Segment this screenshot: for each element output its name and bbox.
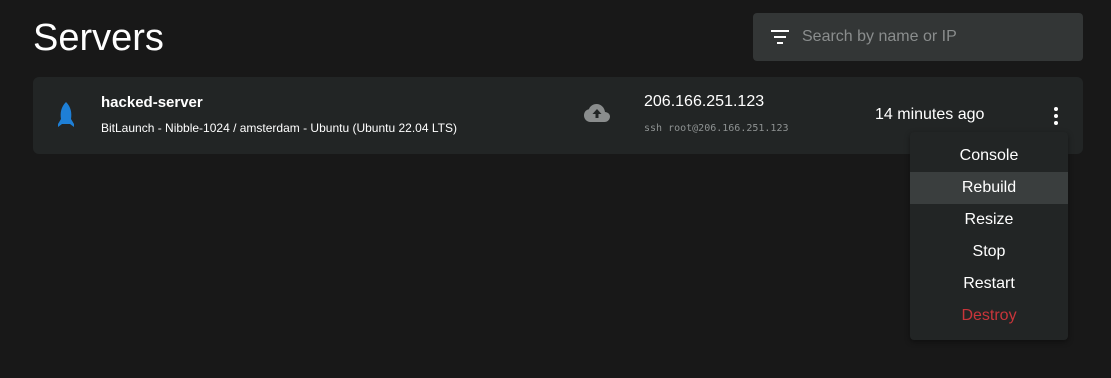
- more-dot: [1054, 114, 1058, 118]
- ssh-command[interactable]: ssh root@206.166.251.123: [644, 123, 789, 134]
- servers-page: Servers hacked-server BitLaunch - Nibble…: [0, 0, 1111, 378]
- ip-address[interactable]: 206.166.251.123: [644, 93, 764, 111]
- menu-item-resize[interactable]: Resize: [910, 204, 1068, 236]
- menu-item-restart[interactable]: Restart: [910, 268, 1068, 300]
- menu-item-destroy[interactable]: Destroy: [910, 300, 1068, 332]
- menu-item-stop[interactable]: Stop: [910, 236, 1068, 268]
- more-dot: [1054, 121, 1058, 125]
- more-dot: [1054, 107, 1058, 111]
- menu-item-console[interactable]: Console: [910, 140, 1068, 172]
- server-description: BitLaunch - Nibble-1024 / amsterdam - Ub…: [101, 121, 457, 135]
- server-name[interactable]: hacked-server: [101, 94, 203, 111]
- created-timestamp: 14 minutes ago: [875, 106, 985, 123]
- filter-icon: [771, 30, 789, 44]
- server-actions-menu: Console Rebuild Resize Stop Restart Dest…: [910, 132, 1068, 340]
- cloud-upload-icon: [584, 104, 610, 122]
- rocket-icon: [58, 102, 74, 127]
- search-input[interactable]: [802, 13, 1072, 61]
- page-title: Servers: [33, 17, 164, 59]
- search-box[interactable]: [753, 13, 1083, 61]
- menu-item-rebuild[interactable]: Rebuild: [910, 172, 1068, 204]
- more-options-button[interactable]: [1046, 106, 1066, 128]
